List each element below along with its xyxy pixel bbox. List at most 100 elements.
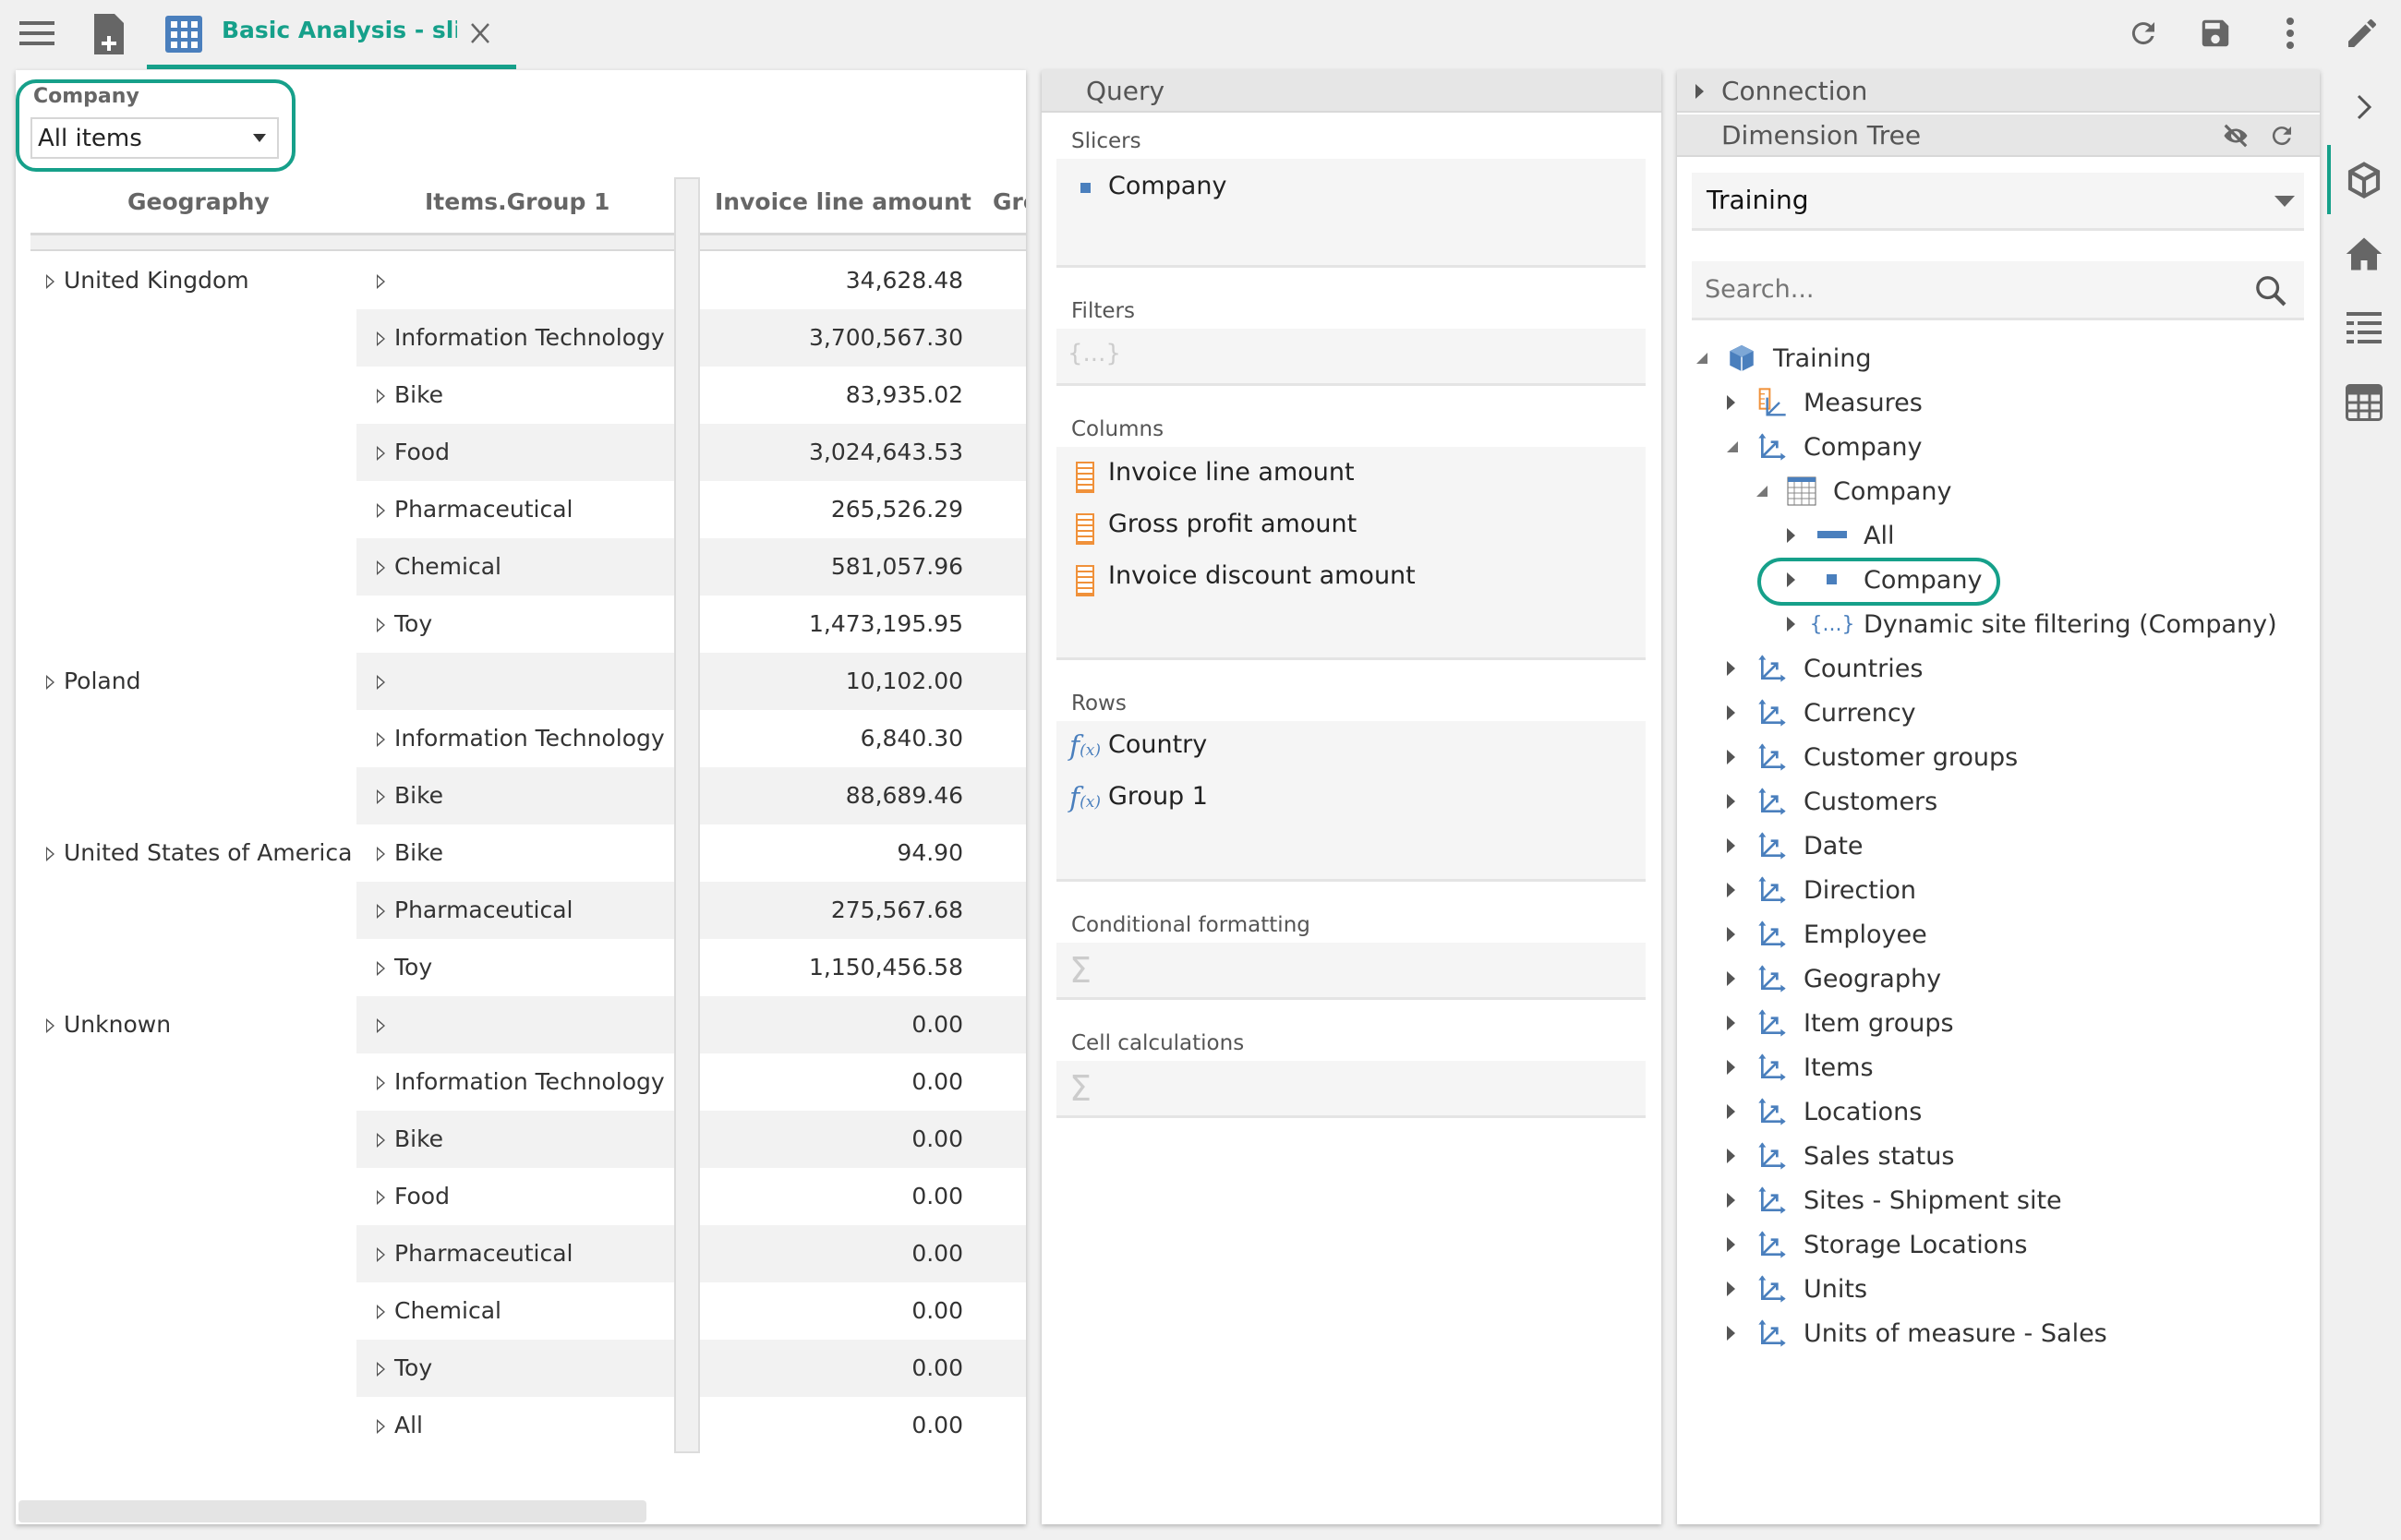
expand-arrow-icon[interactable] [1727, 927, 1735, 942]
expand-arrow-icon[interactable] [377, 961, 385, 976]
tree-node[interactable]: Customer groups [1727, 737, 2018, 777]
row-header-geography[interactable]: United States of America [46, 824, 356, 882]
row-header-group[interactable]: Information Technology [377, 710, 674, 767]
refresh-icon[interactable] [2268, 122, 2296, 156]
row-header-group[interactable] [377, 653, 674, 710]
row-header-group[interactable]: Food [377, 424, 674, 481]
row-header-group[interactable] [377, 996, 674, 1053]
collapse-arrow-icon[interactable] [1696, 353, 1707, 364]
expand-arrow-icon[interactable] [377, 446, 385, 461]
expand-arrow-icon[interactable] [377, 274, 385, 289]
tree-node[interactable]: Direction [1727, 870, 1916, 910]
row-header-group[interactable]: Bike [377, 767, 674, 824]
row-header-geography[interactable]: Poland [46, 653, 356, 710]
expand-arrow-icon[interactable] [1727, 395, 1735, 410]
tree-node[interactable]: Units [1727, 1269, 1867, 1309]
expand-arrow-icon[interactable] [377, 1076, 385, 1090]
conditional-formatting-drop-zone[interactable]: Σ [1056, 943, 1646, 1000]
expand-arrow-icon[interactable] [1727, 1149, 1735, 1163]
refresh-icon[interactable] [2124, 13, 2163, 54]
expand-arrow-icon[interactable] [377, 1362, 385, 1377]
pencil-icon[interactable] [2342, 13, 2383, 54]
tree-node[interactable]: Date [1727, 825, 1864, 866]
search-box[interactable] [1692, 261, 2304, 320]
chevron-right-icon[interactable] [2341, 84, 2387, 130]
column-header-group[interactable]: Items.Group 1 [425, 188, 609, 215]
expand-arrow-icon[interactable] [46, 847, 54, 861]
tree-node[interactable]: Sales status [1727, 1136, 1954, 1176]
tree-node[interactable]: Company [1756, 471, 1951, 511]
row-header-group[interactable]: Information Technology [377, 1053, 674, 1111]
expand-arrow-icon[interactable] [377, 847, 385, 861]
collapse-arrow-icon[interactable] [1756, 486, 1768, 497]
column-item[interactable]: Invoice discount amount [1108, 561, 1416, 590]
hamburger-menu-icon[interactable] [18, 15, 55, 52]
table-icon[interactable] [2341, 379, 2387, 426]
column-splitter[interactable] [674, 177, 700, 1453]
tree-node[interactable]: Training [1696, 338, 1872, 379]
expand-arrow-icon[interactable] [46, 675, 54, 690]
new-document-icon[interactable] [92, 11, 126, 57]
column-header-geography[interactable]: Geography [127, 188, 270, 215]
tree-node[interactable]: Employee [1727, 914, 1927, 955]
tree-node[interactable]: Units of measure - Sales [1727, 1313, 2107, 1354]
cube-select[interactable]: Training [1692, 173, 2304, 231]
expand-arrow-icon[interactable] [1727, 1237, 1735, 1252]
tree-node[interactable]: Customers [1727, 781, 1937, 822]
row-header-group[interactable]: Information Technology [377, 309, 674, 367]
tree-node[interactable]: Locations [1727, 1091, 1922, 1132]
row-header-group[interactable]: Bike [377, 367, 674, 424]
expand-arrow-icon[interactable] [377, 789, 385, 804]
expand-arrow-icon[interactable] [46, 274, 54, 289]
row-header-group[interactable]: Bike [377, 1111, 674, 1168]
expand-arrow-icon[interactable] [377, 675, 385, 690]
tree-node[interactable]: Storage Locations [1727, 1224, 2028, 1265]
expand-arrow-icon[interactable] [1727, 1060, 1735, 1075]
row-header-group[interactable]: Pharmaceutical [377, 882, 674, 939]
row-header-group[interactable]: Toy [377, 596, 674, 653]
filters-drop-zone[interactable]: {...} [1056, 329, 1646, 386]
expand-arrow-icon[interactable] [377, 1190, 385, 1205]
expand-arrow-icon[interactable] [1787, 528, 1795, 543]
row-header-group[interactable]: Pharmaceutical [377, 481, 674, 538]
expand-arrow-icon[interactable] [377, 1247, 385, 1262]
expand-arrow-icon[interactable] [377, 1018, 385, 1033]
row-header-group[interactable]: All [377, 1397, 674, 1454]
column-header-invoice-line-amount[interactable]: Invoice line amount [715, 188, 971, 215]
search-input[interactable] [1705, 271, 2222, 307]
collapse-arrow-icon[interactable] [1727, 441, 1738, 452]
row-header-group[interactable]: Chemical [377, 538, 674, 596]
row-header-group[interactable]: Food [377, 1168, 674, 1225]
expand-arrow-icon[interactable] [1727, 1104, 1735, 1119]
tree-node[interactable]: Company [1787, 559, 1982, 600]
expand-arrow-icon[interactable] [1727, 883, 1735, 897]
expand-arrow-icon[interactable] [1787, 617, 1795, 632]
expand-arrow-icon[interactable] [1727, 1281, 1735, 1296]
column-item[interactable]: Invoice line amount [1108, 458, 1355, 487]
tree-node[interactable]: Item groups [1727, 1003, 1954, 1043]
expand-arrow-icon[interactable] [1727, 794, 1735, 809]
horizontal-scrollbar[interactable] [18, 1500, 646, 1522]
tree-node[interactable]: Countries [1727, 648, 1923, 689]
tree-node[interactable]: Currency [1727, 692, 1916, 733]
list-icon[interactable] [2341, 305, 2387, 351]
expand-arrow-icon[interactable] [1727, 838, 1735, 853]
home-icon[interactable] [2341, 231, 2387, 277]
expand-arrow-icon[interactable] [377, 389, 385, 403]
expand-arrow-icon[interactable] [1727, 1326, 1735, 1341]
expand-arrow-icon[interactable] [377, 904, 385, 919]
expand-arrow-icon[interactable] [377, 1419, 385, 1434]
row-item[interactable]: Country [1108, 730, 1207, 759]
row-header-geography[interactable]: Unknown [46, 996, 356, 1053]
tree-node[interactable]: Geography [1727, 958, 1941, 999]
expand-arrow-icon[interactable] [1727, 1193, 1735, 1208]
close-icon[interactable] [466, 18, 494, 48]
row-header-geography[interactable]: United Kingdom [46, 252, 356, 309]
connection-header[interactable]: Connection [1677, 70, 2320, 113]
expand-arrow-icon[interactable] [46, 1018, 54, 1033]
slicer-item-company[interactable]: Company [1108, 172, 1226, 200]
row-item[interactable]: Group 1 [1108, 782, 1208, 811]
cube-outline-icon[interactable] [2341, 158, 2387, 204]
tree-node[interactable]: Items [1727, 1047, 1874, 1088]
expand-arrow-icon[interactable] [1727, 971, 1735, 986]
